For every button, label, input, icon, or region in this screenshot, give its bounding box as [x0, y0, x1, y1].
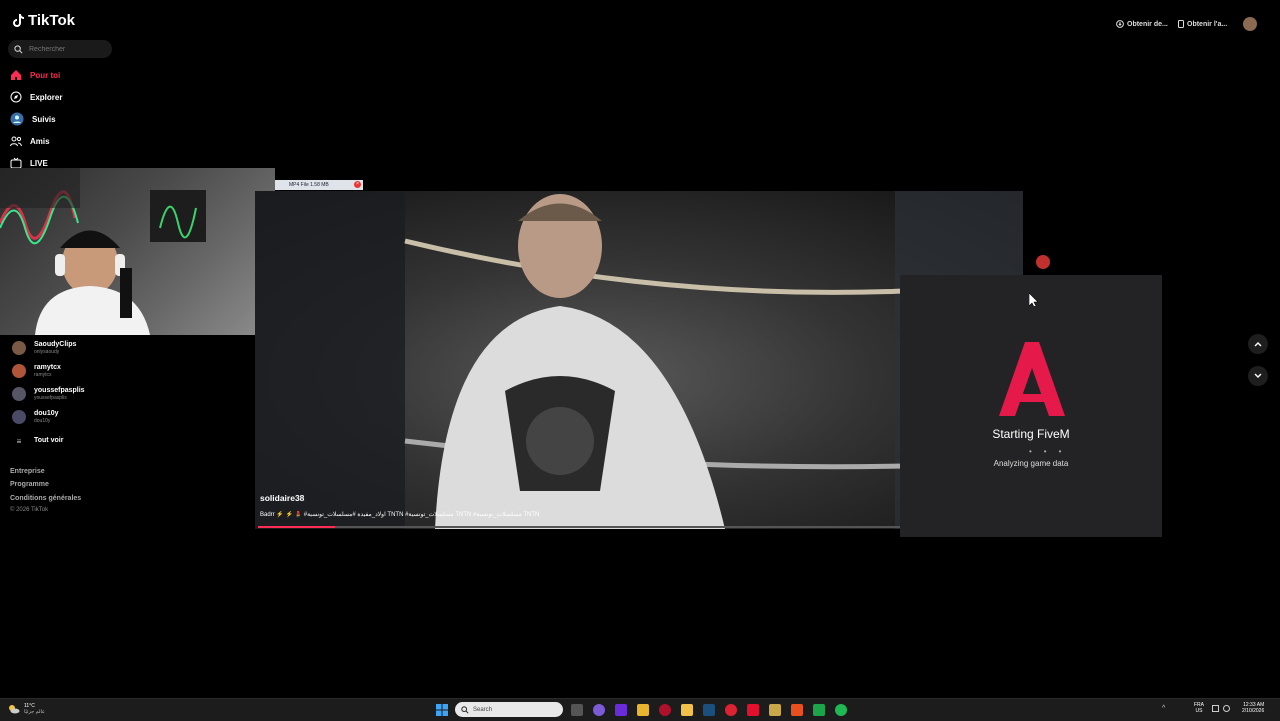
- nav-label: LIVE: [30, 158, 48, 168]
- network-icon: [1212, 705, 1219, 712]
- avatar: [12, 387, 26, 401]
- weather-icon: [9, 705, 20, 714]
- nav-label: Suivis: [32, 114, 56, 124]
- steam-icon[interactable]: [703, 704, 715, 716]
- previous-video-button[interactable]: [1248, 334, 1268, 354]
- app-icon[interactable]: [769, 704, 781, 716]
- windows-start-icon[interactable]: [436, 704, 448, 716]
- fivem-title: Starting FiveM: [992, 427, 1070, 441]
- list-icon: ≡: [16, 436, 22, 446]
- chevron-down-icon: [1254, 373, 1262, 378]
- account-name: SaoudyClips: [34, 341, 77, 348]
- chevron-up-icon[interactable]: ^: [1162, 705, 1165, 712]
- phone-icon: [1178, 20, 1184, 28]
- account-handle: dou10y: [34, 418, 51, 424]
- file-badge-label: MP4 File 1.58 MB: [289, 182, 329, 188]
- xbox-icon[interactable]: [813, 704, 825, 716]
- task-view-icon[interactable]: [571, 704, 583, 716]
- nav-following[interactable]: Suivis: [10, 111, 56, 127]
- volume-icon: [1223, 705, 1230, 712]
- clock[interactable]: 12:33 AM 2/10/2026: [1242, 702, 1264, 714]
- system-tray[interactable]: [1212, 705, 1240, 713]
- cursor-icon: [1029, 293, 1039, 306]
- copyright: © 2026 TikTok: [10, 507, 49, 513]
- account-name: youssefpasplis: [34, 387, 85, 394]
- clock-date: 2/10/2026: [1242, 708, 1265, 714]
- language-indicator[interactable]: FRA US: [1194, 702, 1204, 714]
- next-video-button[interactable]: [1248, 366, 1268, 386]
- account-handle: youssefpasplis: [34, 395, 67, 401]
- account-handle: ramytcx: [34, 372, 52, 378]
- chevron-up-icon: [1254, 342, 1262, 347]
- app-icon[interactable]: [615, 704, 627, 716]
- weather-widget[interactable]: 11°C عالم جزئيًا: [8, 703, 45, 715]
- footer-link-terms[interactable]: Conditions générales: [10, 495, 81, 502]
- video-progress-fill: [258, 526, 336, 528]
- account-item[interactable]: dou10y dou10y: [12, 408, 59, 426]
- download-icon: [1116, 20, 1124, 28]
- see-all-label: Tout voir: [34, 437, 64, 444]
- get-desktop-app-button[interactable]: Obtenir de...: [1116, 15, 1168, 33]
- fivem-status: Analyzing game data: [993, 459, 1069, 468]
- search-icon: [461, 705, 469, 714]
- webcam-scene: [0, 168, 275, 335]
- avatar: [12, 364, 26, 378]
- webcam-overlay: [0, 168, 275, 335]
- home-icon: [11, 70, 21, 80]
- discord-icon[interactable]: [593, 704, 605, 716]
- close-icon[interactable]: ×: [354, 181, 361, 188]
- fivem-small-icon: [1036, 255, 1050, 269]
- account-item[interactable]: ramytcx ramytcx: [12, 362, 61, 380]
- tiktok-logo[interactable]: TikTok: [12, 12, 75, 29]
- account-item[interactable]: SaoudyClips onlysaoudy: [12, 339, 76, 357]
- tiktok-icon: [13, 13, 24, 27]
- nav-explore[interactable]: Explorer: [10, 89, 62, 105]
- spotify-icon[interactable]: [835, 704, 847, 716]
- compass-icon: [10, 91, 22, 103]
- account-handle: onlysaoudy: [34, 349, 60, 355]
- nav-label: Pour toi: [30, 70, 61, 80]
- search-box[interactable]: [8, 40, 112, 58]
- footer-link-company[interactable]: Entreprise: [10, 468, 45, 475]
- app-name: TikTok: [28, 12, 75, 29]
- video-progress-bar[interactable]: [258, 526, 900, 528]
- profile-avatar[interactable]: [1243, 17, 1257, 31]
- windows-taskbar: 11°C عالم جزئيًا Search ^ FRA US 12:33 A…: [0, 698, 1280, 721]
- account-name: ramytcx: [34, 364, 61, 371]
- account-item[interactable]: youssefpasplis youssefpasplis: [12, 385, 85, 403]
- fivem-logo-icon: [999, 342, 1065, 416]
- following-icon: [10, 112, 24, 126]
- video-caption: Badrr ⚡ ⚡ 💄 #اولاد_مفيدة #مسلسلات_تونسية…: [260, 512, 540, 518]
- see-all-button[interactable]: ≡ Tout voir: [12, 432, 64, 450]
- taskbar-search-label: Search: [473, 706, 493, 713]
- get-mobile-app-button[interactable]: Obtenir l'a...: [1178, 15, 1227, 33]
- file-explorer-icon[interactable]: [681, 704, 693, 716]
- loading-dots: •••: [1029, 447, 1074, 456]
- app-icon[interactable]: [637, 704, 649, 716]
- get-app-label: Obtenir de...: [1127, 20, 1168, 28]
- avatar: [12, 410, 26, 424]
- friends-icon: [10, 136, 22, 147]
- nav-label: Amis: [30, 136, 50, 146]
- video-author[interactable]: solidaire38: [260, 493, 304, 503]
- taskbar-search[interactable]: Search: [455, 702, 563, 717]
- lang-2: US: [1195, 708, 1203, 714]
- search-icon: [14, 44, 23, 53]
- app-icon[interactable]: [725, 704, 737, 716]
- avatar: [12, 341, 26, 355]
- account-name: dou10y: [34, 410, 59, 417]
- weather-desc: عالم جزئيًا: [24, 709, 46, 715]
- app-icon[interactable]: [747, 704, 759, 716]
- nav-friends[interactable]: Amis: [10, 133, 50, 149]
- get-app-label: Obtenir l'a...: [1187, 20, 1228, 28]
- fivem-loading-window: Starting FiveM ••• Analyzing game data: [900, 275, 1162, 537]
- file-badge: MP4 File 1.58 MB ×: [275, 180, 363, 190]
- nav-label: Explorer: [30, 92, 63, 102]
- nav-for-you[interactable]: Pour toi: [10, 67, 60, 83]
- search-input[interactable]: [27, 44, 111, 54]
- opera-icon[interactable]: [659, 704, 671, 716]
- footer-link-program[interactable]: Programme: [10, 481, 49, 488]
- fivem-taskbar-icon[interactable]: [791, 704, 803, 716]
